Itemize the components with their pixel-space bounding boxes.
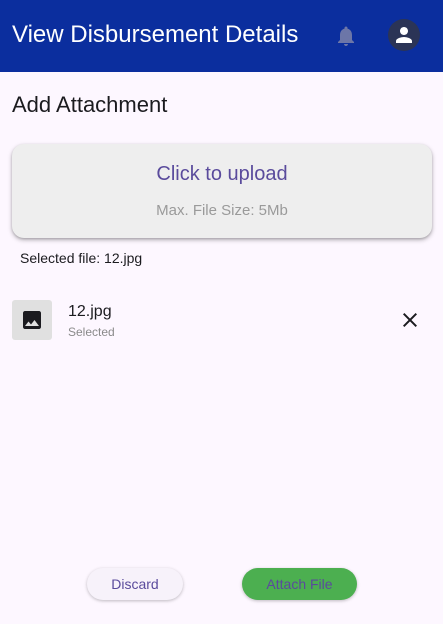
attach-file-button[interactable]: Attach File	[242, 568, 357, 600]
bell-icon[interactable]	[334, 24, 358, 48]
file-name: 12.jpg	[68, 303, 112, 320]
upload-label: Click to upload	[156, 163, 288, 185]
selected-file-text: Selected file: 12.jpg	[20, 250, 143, 266]
app-bar: View Disbursement Details	[0, 0, 443, 72]
app-bar-title: View Disbursement Details	[12, 21, 299, 48]
upload-dropzone[interactable]: Click to upload Max. File Size: 5Mb	[12, 144, 432, 238]
account-icon[interactable]	[388, 19, 420, 51]
file-status: Selected	[68, 325, 115, 339]
discard-button[interactable]: Discard	[87, 568, 183, 600]
file-list-item: 12.jpg Selected	[12, 300, 432, 340]
image-icon	[12, 300, 52, 340]
page-title: Add Attachment	[12, 92, 168, 117]
close-icon[interactable]	[398, 308, 422, 332]
app-screen: View Disbursement Details Add Attachment…	[0, 0, 443, 624]
upload-size-hint: Max. File Size: 5Mb	[156, 202, 288, 219]
